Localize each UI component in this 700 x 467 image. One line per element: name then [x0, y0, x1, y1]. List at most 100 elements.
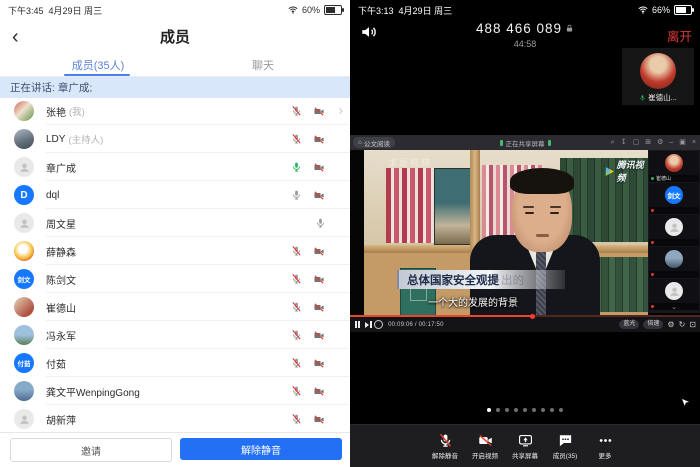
- meeting-id: 488 466 089: [476, 21, 562, 36]
- download-icon[interactable]: ↧: [621, 135, 627, 150]
- mic-icon[interactable]: [291, 273, 302, 285]
- camera-icon[interactable]: [312, 330, 326, 341]
- fullscreen-icon[interactable]: ⊡: [689, 317, 696, 332]
- page-title: 成员: [0, 20, 350, 55]
- member-row[interactable]: 冯永军 ›: [0, 321, 350, 349]
- mic-icon[interactable]: [291, 161, 302, 173]
- progress-handle[interactable]: [530, 314, 535, 319]
- thumbnail-label: [649, 239, 699, 246]
- self-video-tile[interactable]: 崔德山...: [622, 48, 694, 105]
- camera-icon[interactable]: [312, 358, 326, 369]
- settings-icon[interactable]: ⚙: [667, 317, 674, 332]
- close-icon[interactable]: ×: [692, 135, 696, 150]
- status-time-date: 下午3:13 4月29日 周三: [358, 4, 452, 17]
- search-icon[interactable]: ⌕: [611, 135, 615, 150]
- shared-screen: ⌂公文阅读 正在共享屏幕 ⌕ ↧ ▢ ⊞ ⚙ – ▣ ×: [350, 135, 700, 332]
- camera-icon[interactable]: [312, 246, 326, 257]
- mic-icon[interactable]: [291, 301, 302, 313]
- picture-book: [434, 168, 472, 245]
- battery-icon: [674, 5, 692, 15]
- mic-icon[interactable]: [291, 329, 302, 341]
- play-logo-icon: [605, 166, 615, 177]
- mic-icon[interactable]: [291, 105, 302, 117]
- participant-thumbnail[interactable]: 崔德山: [649, 151, 699, 182]
- mic-icon[interactable]: [291, 413, 302, 425]
- chevron-right-icon[interactable]: ›: [339, 102, 343, 117]
- collapse-sidebar-icon[interactable]: ⌄: [648, 305, 700, 313]
- camera-icon[interactable]: [312, 274, 326, 285]
- members-panel: 下午3:45 4月29日 周三 60% ‹ 成员 成员(35人) 聊天 正在讲话…: [0, 0, 350, 467]
- speed-button[interactable]: 倍速: [643, 320, 663, 329]
- battery-percent: 60%: [302, 5, 320, 15]
- leave-button[interactable]: 离开: [667, 26, 692, 45]
- mic-icon[interactable]: [291, 189, 302, 201]
- pause-button[interactable]: [355, 321, 360, 328]
- mic-icon[interactable]: [291, 245, 302, 257]
- avatar: D: [14, 185, 34, 205]
- layout-icon[interactable]: ▢: [633, 135, 640, 150]
- member-row[interactable]: 龚文平WenpingGong ›: [0, 377, 350, 405]
- mic-icon[interactable]: [291, 385, 302, 397]
- member-row[interactable]: LDY (主持人) ›: [0, 125, 350, 153]
- meeting-info[interactable]: 488 466 089 44:58: [350, 20, 700, 49]
- camera-icon[interactable]: [312, 414, 326, 425]
- quality-button[interactable]: 蓝光: [619, 320, 639, 329]
- unmute-button[interactable]: 解除静音: [180, 438, 342, 460]
- member-row[interactable]: 章广成 ›: [0, 153, 350, 181]
- person-icon: [18, 217, 31, 230]
- camera-icon[interactable]: [312, 106, 326, 117]
- member-row[interactable]: D dql ›: [0, 181, 350, 209]
- next-episode-button[interactable]: [365, 322, 369, 328]
- camera-icon[interactable]: [312, 190, 326, 201]
- avatar: [665, 218, 683, 236]
- avatar: [14, 101, 34, 121]
- thumbnail-name: 崔德山: [656, 175, 671, 182]
- back-button[interactable]: ‹: [12, 23, 19, 51]
- toolbar-more[interactable]: 更多: [586, 425, 624, 467]
- avatar: [14, 381, 34, 401]
- tab-chat[interactable]: 聊天: [240, 57, 286, 73]
- minimize-icon[interactable]: –: [669, 135, 673, 150]
- home-icon: ⌂: [358, 139, 362, 146]
- member-row[interactable]: 崔德山 ›: [0, 293, 350, 321]
- wifi-icon: [288, 5, 298, 15]
- refresh-icon[interactable]: ↻: [679, 317, 686, 332]
- participant-thumbnail[interactable]: [649, 247, 699, 278]
- member-row[interactable]: 张艳 (我) ›: [0, 97, 350, 125]
- camera-icon[interactable]: [312, 386, 326, 397]
- camera-icon[interactable]: [312, 134, 326, 145]
- mic-icon[interactable]: [315, 217, 326, 229]
- tab-members[interactable]: 成员(35人): [58, 57, 138, 73]
- toolbar-unmute[interactable]: 解除静音: [426, 425, 464, 467]
- apps-icon[interactable]: ⊞: [645, 135, 651, 150]
- playback-mode-icon[interactable]: [374, 320, 383, 329]
- shared-window-tab[interactable]: ⌂公文阅读: [353, 137, 395, 148]
- avatar-text: D: [20, 190, 27, 201]
- mic-icon[interactable]: [291, 357, 302, 369]
- invite-button[interactable]: 邀请: [10, 438, 172, 462]
- playback-time: 00:09:06 / 00:17:50: [388, 322, 444, 328]
- camera-icon[interactable]: [312, 162, 326, 173]
- member-row[interactable]: 剑文 陈剑文 ›: [0, 265, 350, 293]
- gear-icon[interactable]: ⚙: [657, 135, 663, 150]
- screen-share-icon: [517, 433, 534, 448]
- mic-icon[interactable]: [291, 133, 302, 145]
- member-row[interactable]: 付茹 付茹 ›: [0, 349, 350, 377]
- camera-icon[interactable]: [312, 302, 326, 313]
- toolbar-share-screen[interactable]: 共享屏幕: [506, 425, 544, 467]
- participant-thumbnail[interactable]: [649, 215, 699, 246]
- person-icon: [668, 285, 681, 298]
- member-row[interactable]: 周文星 ›: [0, 209, 350, 237]
- maximize-icon[interactable]: ▣: [679, 135, 686, 150]
- member-row[interactable]: 薛静森 ›: [0, 237, 350, 265]
- avatar: [14, 157, 34, 177]
- person-icon: [18, 413, 31, 426]
- toolbar-start-video[interactable]: 开启视频: [466, 425, 504, 467]
- member-row[interactable]: 胡新萍 ›: [0, 405, 350, 433]
- mic-status-icon: [651, 209, 654, 212]
- status-bar-right: 下午3:13 4月29日 周三 66%: [350, 0, 700, 20]
- participant-thumbnail[interactable]: 剑文: [649, 183, 699, 214]
- toolbar-members[interactable]: 成员(35): [546, 425, 584, 467]
- tabs-bar: 成员(35人) 聊天: [0, 55, 350, 77]
- member-note: (主持人): [68, 132, 103, 146]
